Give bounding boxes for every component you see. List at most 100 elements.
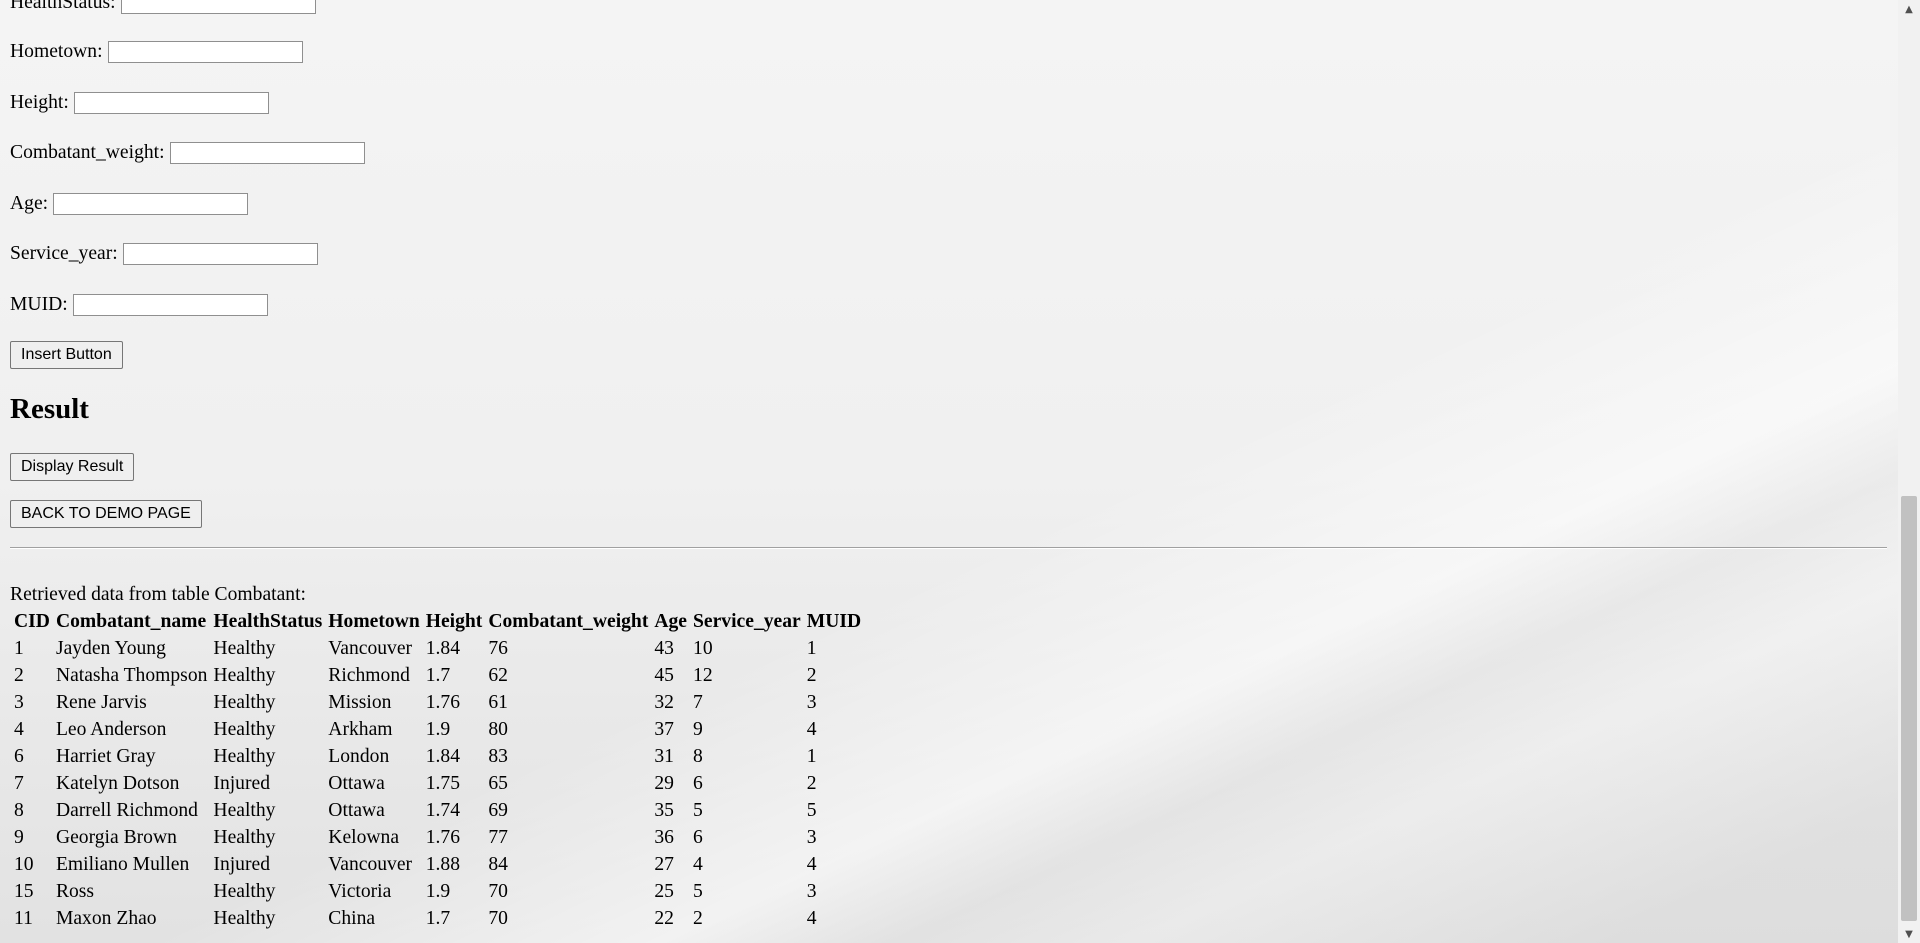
triangle-up-icon[interactable]: ▲ xyxy=(1898,0,1920,18)
cell-combatant-name: Emiliano Mullen xyxy=(55,853,190,875)
cell-muid: 3 xyxy=(806,691,817,713)
cell-height: 1.88 xyxy=(425,853,461,875)
cell-height: 1.74 xyxy=(425,799,461,821)
cell-hometown: China xyxy=(328,907,376,929)
cell-hometown: Vancouver xyxy=(328,637,413,659)
service-year-input[interactable] xyxy=(122,243,318,265)
header-healthstatus: HealthStatus xyxy=(213,610,323,632)
cell-muid: 3 xyxy=(806,880,817,902)
cell-age: 31 xyxy=(654,745,674,767)
cell-hometown: Vancouver xyxy=(328,853,413,875)
insert-button[interactable]: Insert Button xyxy=(10,341,123,369)
combatant-weight-row: Combatant_weight: xyxy=(10,139,365,167)
hometown-input[interactable] xyxy=(107,41,303,63)
scrollbar-thumb[interactable] xyxy=(1901,496,1917,921)
cell-muid: 2 xyxy=(806,664,817,686)
muid-row: MUID: xyxy=(10,291,268,319)
header-height: Height xyxy=(425,610,483,632)
cell-height: 1.7 xyxy=(425,664,451,686)
table-row: 7 Katelyn Dotson Injured Ottawa 1.75 65 29 6 2 xyxy=(12,770,863,797)
cell-height: 1.9 xyxy=(425,880,451,902)
table-row: 2 Natasha Thompson Healthy Richmond 1.7 62 45 1… xyxy=(12,662,863,689)
table-row: 3 Rene Jarvis Healthy Mission 1.76 61 32 7 3 xyxy=(12,689,863,716)
age-row: Age: xyxy=(10,190,249,218)
cell-healthstatus: Healthy xyxy=(213,745,276,767)
cell-cid: 2 xyxy=(14,664,24,686)
cell-combatant-name: Ross xyxy=(55,880,95,902)
cell-healthstatus: Healthy xyxy=(213,907,276,929)
cell-combatant-name: Rene Jarvis xyxy=(55,691,147,713)
combatant-weight-label: Combatant_weight: xyxy=(10,142,165,163)
back-to-demo-page-button[interactable]: BACK TO DEMO PAGE xyxy=(10,500,202,528)
healthstatus-row: HealthStatus: xyxy=(10,0,316,17)
muid-input[interactable] xyxy=(72,294,268,316)
age-label: Age: xyxy=(10,193,49,214)
cell-age: 37 xyxy=(654,718,674,740)
cell-combatant-weight: 77 xyxy=(488,826,508,848)
cell-service-year: 5 xyxy=(693,880,703,902)
cell-height: 1.76 xyxy=(425,691,461,713)
cell-age: 25 xyxy=(654,880,674,902)
divider xyxy=(10,547,1887,549)
cell-cid: 9 xyxy=(14,826,24,848)
cell-age: 27 xyxy=(654,853,674,875)
cell-hometown: Victoria xyxy=(328,880,392,902)
cell-hometown: Ottawa xyxy=(328,799,385,821)
cell-healthstatus: Healthy xyxy=(213,637,276,659)
cell-healthstatus: Healthy xyxy=(213,691,276,713)
cell-healthstatus: Healthy xyxy=(213,880,276,902)
header-hometown: Hometown xyxy=(328,610,420,632)
vertical-scrollbar[interactable]: ▲ ▼ xyxy=(1898,0,1920,943)
table-row: 6 Harriet Gray Healthy London 1.84 83 31 8 1 xyxy=(12,743,863,770)
table-header-row: CID Combatant_name HealthStatus Hometown… xyxy=(12,608,863,635)
healthstatus-input[interactable] xyxy=(120,0,316,14)
cell-combatant-weight: 62 xyxy=(488,664,508,686)
cell-combatant-name: Natasha Thompson xyxy=(55,664,208,686)
cell-muid: 4 xyxy=(806,853,817,875)
combatant-table: CID Combatant_name HealthStatus Hometown… xyxy=(10,608,865,932)
table-row: 10 Emiliano Mullen Injured Vancouver 1.88 84 2… xyxy=(12,851,863,878)
cell-cid: 10 xyxy=(14,853,34,875)
cell-muid: 2 xyxy=(806,772,817,794)
display-result-button[interactable]: Display Result xyxy=(10,453,135,481)
header-combatant-weight: Combatant_weight xyxy=(488,610,649,632)
cell-age: 29 xyxy=(654,772,674,794)
cell-combatant-weight: 76 xyxy=(488,637,508,659)
cell-muid: 4 xyxy=(806,907,817,929)
muid-label: MUID: xyxy=(10,294,68,315)
triangle-down-icon[interactable]: ▼ xyxy=(1898,925,1920,943)
cell-muid: 5 xyxy=(806,799,817,821)
cell-healthstatus: Healthy xyxy=(213,718,276,740)
cell-height: 1.7 xyxy=(425,907,451,929)
cell-age: 35 xyxy=(654,799,674,821)
cell-hometown: London xyxy=(328,745,390,767)
cell-service-year: 9 xyxy=(693,718,703,740)
cell-service-year: 12 xyxy=(693,664,713,686)
header-cid: CID xyxy=(14,610,50,632)
cell-cid: 8 xyxy=(14,799,24,821)
cell-combatant-weight: 83 xyxy=(488,745,508,767)
combatant-weight-input[interactable] xyxy=(169,142,365,164)
cell-combatant-weight: 80 xyxy=(488,718,508,740)
result-heading: Result xyxy=(10,393,89,425)
cell-hometown: Kelowna xyxy=(328,826,400,848)
cell-service-year: 6 xyxy=(693,826,703,848)
cell-combatant-weight: 84 xyxy=(488,853,508,875)
cell-muid: 3 xyxy=(806,826,817,848)
healthstatus-label: HealthStatus: xyxy=(10,0,116,13)
cell-muid: 1 xyxy=(806,745,817,767)
service-year-row: Service_year: xyxy=(10,240,318,268)
cell-combatant-name: Georgia Brown xyxy=(55,826,177,848)
cell-service-year: 10 xyxy=(693,637,713,659)
retrieved-text: Retrieved data from table Combatant: xyxy=(10,584,306,605)
cell-age: 43 xyxy=(654,637,674,659)
cell-healthstatus: Injured xyxy=(213,772,271,794)
cell-age: 45 xyxy=(654,664,674,686)
cell-age: 36 xyxy=(654,826,674,848)
cell-combatant-name: Maxon Zhao xyxy=(55,907,157,929)
height-input[interactable] xyxy=(73,92,269,114)
table-row: 9 Georgia Brown Healthy Kelowna 1.76 77 36 6 3 xyxy=(12,824,863,851)
cell-muid: 1 xyxy=(806,637,817,659)
age-input[interactable] xyxy=(53,193,249,215)
cell-combatant-weight: 70 xyxy=(488,907,508,929)
